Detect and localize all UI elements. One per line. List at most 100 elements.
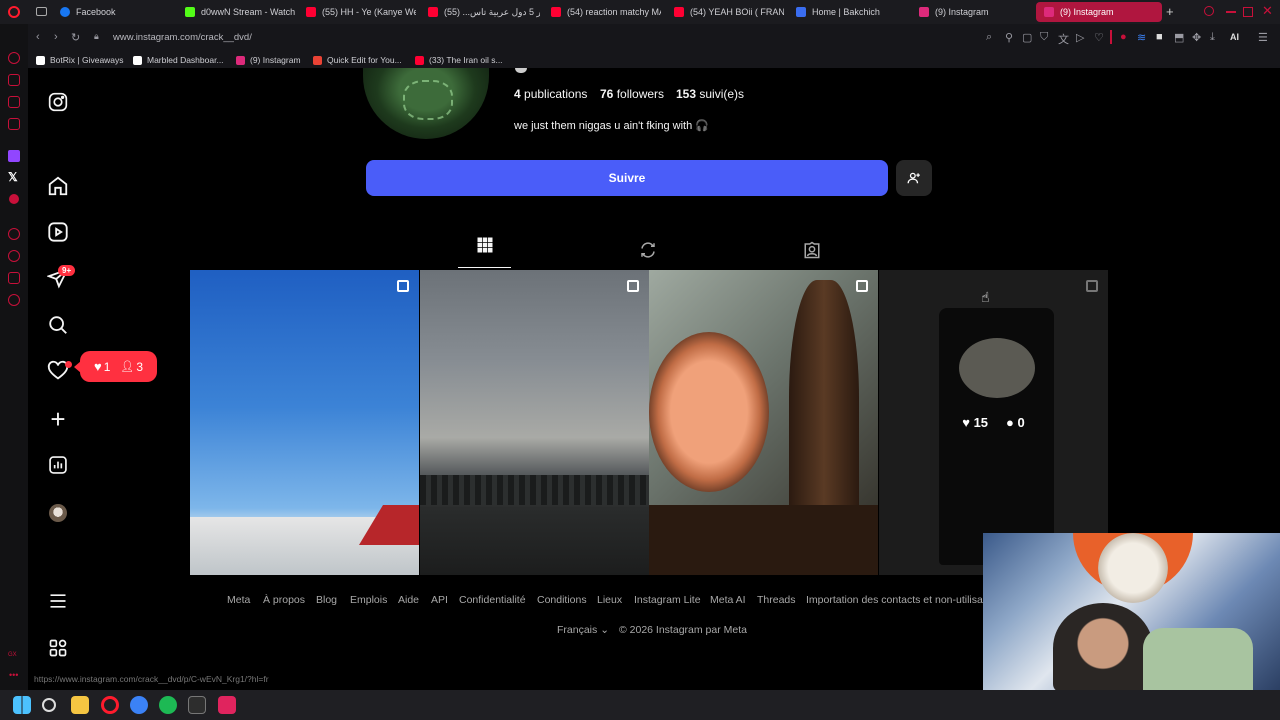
opera-gx-icon[interactable] [101, 696, 119, 714]
footer-link-instagram-lite[interactable]: Instagram Lite [634, 594, 701, 606]
footer-link-blog[interactable]: Blog [316, 594, 337, 606]
close-window-button[interactable]: ✕ [1262, 3, 1273, 19]
tagged-person-icon [804, 241, 820, 259]
footer-link-help[interactable]: Aide [398, 594, 419, 606]
terminal-icon[interactable] [188, 696, 206, 714]
tab-posts-grid[interactable] [458, 236, 511, 268]
extensions-puzzle-icon[interactable]: ✥ [1192, 31, 1201, 44]
search-tabs-icon[interactable] [1204, 6, 1214, 16]
post-tile-clouds[interactable] [420, 270, 649, 575]
post-tile-wall-clock-hover[interactable]: ♥ 15 ● 0 [879, 270, 1108, 575]
ai-button[interactable]: AI [1230, 32, 1239, 42]
download-icon[interactable]: ⤓ [1210, 31, 1215, 44]
tab-youtube-arabic[interactable]: أكثر 5 دول عربية تاس... (55) [428, 2, 540, 22]
opera-logo-icon[interactable] [8, 6, 20, 18]
activity-popover[interactable]: ♥ 1 👤︎ 3 [80, 351, 157, 382]
extension-icon[interactable]: ● [1120, 31, 1127, 43]
follow-button[interactable]: Suivre [366, 160, 888, 196]
reels-icon[interactable] [46, 220, 70, 244]
tab-instagram-active[interactable]: (9) Instagram [1036, 2, 1162, 22]
post-tile-clock[interactable] [649, 270, 878, 575]
footer-link-contact-upload[interactable]: Importation des contacts et non-utilisat… [806, 594, 984, 606]
tab-youtube-yeah-boii[interactable]: (54) YEAH BOii ( FRANC [674, 2, 784, 22]
footer-link-privacy[interactable]: Confidentialité [459, 594, 526, 606]
bookmark-instagram[interactable]: (9) Instagram [236, 53, 301, 67]
audio-wave-icon[interactable]: ≋ [1137, 31, 1146, 44]
footer-link-meta[interactable]: Meta [227, 594, 250, 606]
reload-icon[interactable]: ↻ [71, 31, 80, 44]
spotify-icon[interactable] [159, 696, 177, 714]
tab-overview-icon[interactable] [36, 7, 47, 16]
post-tile-sky[interactable] [190, 270, 419, 575]
new-tab-button[interactable]: + [1166, 4, 1174, 19]
bookmark-youtube-iran[interactable]: (33) The Iran oil s... [415, 53, 503, 67]
footer-link-jobs[interactable]: Emplois [350, 594, 387, 606]
tab-youtube-kanye[interactable]: (55) HH - Ye (Kanye We [306, 2, 416, 22]
windows-start-icon[interactable] [13, 696, 31, 714]
more-menu-icon[interactable] [46, 589, 70, 613]
bookmark-quick-edit[interactable]: Quick Edit for You... [313, 53, 402, 67]
sidebar-aria-icon[interactable] [8, 52, 20, 64]
shield-icon[interactable]: ⛉ [1040, 31, 1048, 44]
footer-link-threads[interactable]: Threads [757, 594, 796, 606]
dashboard-icon[interactable] [46, 453, 70, 477]
easy-setup-icon[interactable]: ☰ [1258, 31, 1268, 44]
footer-link-api[interactable]: API [431, 594, 448, 606]
home-icon[interactable] [46, 174, 70, 198]
sidebar-more-icon[interactable]: ••• [9, 670, 18, 680]
language-selector[interactable]: Français ⌄ [557, 624, 609, 636]
taskbar-search-icon[interactable] [42, 698, 56, 712]
heart-icon[interactable]: ♡ [1094, 31, 1104, 44]
tab-bakchich[interactable]: Home | Bakchich [796, 2, 906, 22]
footer-link-about[interactable]: À propos [263, 594, 305, 606]
translate-icon[interactable]: 文 [1058, 31, 1069, 47]
tab-facebook[interactable]: Facebook [60, 2, 180, 22]
sidebar-messenger-icon[interactable] [8, 96, 20, 108]
footer-link-terms[interactable]: Conditions [537, 594, 587, 606]
also-from-meta-icon[interactable] [46, 636, 70, 660]
back-icon[interactable]: ‹ [36, 31, 40, 43]
sidebar-music-icon[interactable] [8, 74, 20, 86]
followers-stat[interactable]: 76 followers [600, 87, 664, 101]
sidebar-x-icon[interactable]: 𝕏 [8, 170, 18, 184]
url-field[interactable]: www.instagram.com/crack__dvd/ [113, 32, 252, 43]
sidebar-history-icon[interactable] [8, 250, 20, 262]
tab-instagram-1[interactable]: (9) Instagram [919, 2, 1029, 22]
sidebar-player-icon[interactable] [8, 228, 20, 240]
instagram-logo-icon[interactable] [46, 90, 70, 114]
bookmark-marbled[interactable]: Marbled Dashboar... [133, 53, 224, 67]
tab-tagged[interactable] [803, 241, 821, 264]
footer-link-meta-ai[interactable]: Meta AI [710, 594, 746, 606]
tab-kick-stream[interactable]: d0wwN Stream - Watch [185, 2, 295, 22]
opera-browser-icon[interactable] [130, 696, 148, 714]
search-icon[interactable] [46, 313, 70, 337]
lock-icon: 🔒︎ [94, 31, 99, 41]
footer-link-locations[interactable]: Lieux [597, 594, 622, 606]
minimize-button[interactable] [1226, 11, 1236, 13]
tab-reposts[interactable] [639, 241, 657, 264]
create-plus-icon[interactable]: + [46, 404, 70, 434]
following-stat[interactable]: 153 suivi(e)s [676, 87, 744, 101]
treeline-graphic [420, 475, 649, 505]
sidebar-notes-icon[interactable] [8, 118, 20, 130]
share-icon[interactable]: ⬒ [1174, 31, 1184, 44]
chevron-down-icon: ⌄ [600, 624, 609, 636]
maximize-button[interactable] [1243, 7, 1253, 17]
snapshot-icon[interactable]: ▢ [1022, 31, 1032, 44]
profile-avatar[interactable] [49, 504, 67, 522]
pin-icon[interactable]: ⚲ [1005, 31, 1013, 44]
profile-picture[interactable] [363, 68, 489, 139]
sidebar-tabs-icon[interactable] [8, 272, 20, 284]
sidebar-twitch-icon[interactable] [8, 150, 20, 162]
player-icon[interactable]: ▷ [1076, 31, 1084, 44]
bookmark-botrix[interactable]: BotRix | Giveaways [36, 53, 124, 67]
zoom-icon[interactable]: ⌕ [986, 31, 992, 44]
tab-youtube-reaction[interactable]: (54) reaction matchy MA [551, 2, 661, 22]
forward-icon[interactable]: › [54, 31, 58, 43]
suggest-user-button[interactable] [896, 160, 932, 196]
file-explorer-icon[interactable] [71, 696, 89, 714]
extension-box-icon[interactable]: ■ [1156, 31, 1163, 43]
app-red-icon[interactable] [218, 696, 236, 714]
sidebar-settings-icon[interactable] [8, 294, 20, 306]
sidebar-extension-icon[interactable] [9, 194, 19, 204]
